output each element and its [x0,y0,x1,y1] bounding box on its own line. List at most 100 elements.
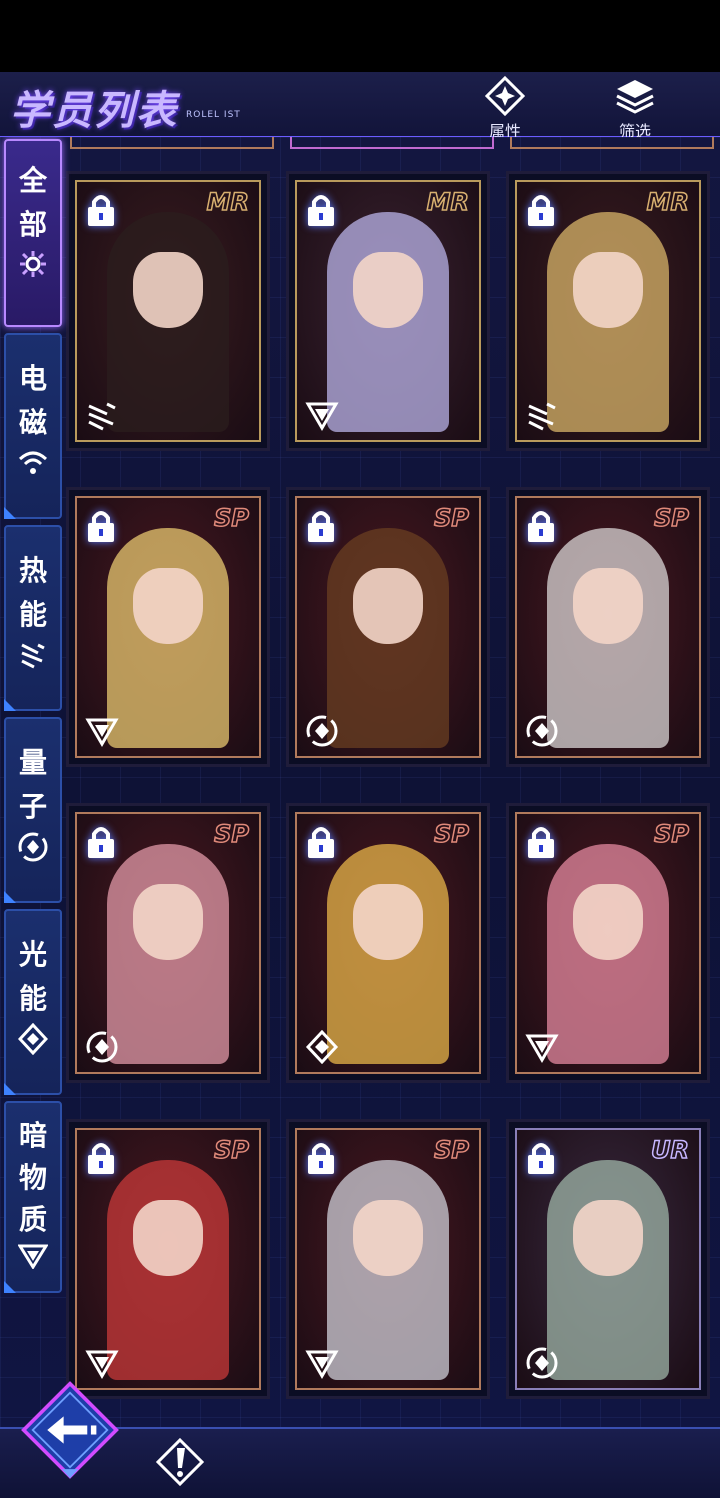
character-face [573,252,643,328]
sidebar-tab-char: 热 [18,554,47,587]
lock-icon [528,195,554,226]
lock-icon [528,1143,554,1174]
tab-corner-accent [4,891,16,903]
sidebar-tab-char: 光 [18,938,47,971]
quantum-circle-icon [526,1347,558,1379]
card-frame: MR [75,180,261,442]
student-card[interactable]: MR [506,171,710,451]
rarity-badge: SP [653,503,689,533]
student-list-panel[interactable]: MR MR MR SP SP SP SP SP SP SP SP UR 全 部 电 磁 [0,137,720,1427]
sidebar-tab-char: 子 [18,790,47,823]
sidebar-tab-char: 质 [18,1203,47,1236]
card-frame: MR [515,180,701,442]
quantum-circle-icon [86,1031,118,1063]
student-card[interactable]: SP [286,803,490,1083]
card-frame: SP [75,1128,261,1390]
student-card[interactable]: SP [506,803,710,1083]
character-face [133,568,203,644]
rarity-badge: SP [433,1135,469,1165]
sidebar-tab-char: 能 [18,982,47,1015]
sidebar-tab-light[interactable]: 光 能 [4,909,62,1095]
tab-corner-accent [4,1083,16,1095]
page-subtitle: ROLEL IST [186,110,241,120]
sidebar-tab-char: 物 [18,1161,47,1194]
lock-icon [308,195,334,226]
lock-icon [88,195,114,226]
character-face [573,1200,643,1276]
card-frame: SP [515,812,701,1074]
tab-corner-accent [4,507,16,519]
character-face [353,252,423,328]
character-face [353,568,423,644]
lock-icon [308,511,334,542]
rarity-badge: SP [433,503,469,533]
exclamation-icon[interactable] [156,1438,204,1486]
student-card[interactable]: MR [66,171,270,451]
student-card[interactable]: SP [66,803,270,1083]
student-card[interactable]: MR [286,171,490,451]
character-face [133,252,203,328]
dark-matter-triangle-icon [305,402,339,431]
back-button[interactable] [20,1380,120,1480]
lock-icon [528,827,554,858]
lock-icon [308,1143,334,1174]
card-frame: SP [515,496,701,758]
quantum-circle-icon [18,832,48,862]
partial-card-top [290,137,494,149]
student-card[interactable]: SP [506,487,710,767]
dark-matter-triangle-icon [525,1034,559,1063]
character-face [133,884,203,960]
dark-matter-triangle-icon [305,1350,339,1379]
character-face [353,1200,423,1276]
attributes-button[interactable]: 属性 [470,76,540,141]
sidebar-tab-electromagnetic[interactable]: 电 磁 [4,333,62,519]
all-element-icon [20,251,46,277]
student-card[interactable]: UR [506,1119,710,1399]
rarity-badge: UR [650,1135,689,1165]
tab-corner-accent [4,699,16,711]
rarity-badge: MR [206,187,250,217]
sidebar-tab-dark-matter[interactable]: 暗 物 质 [4,1101,62,1293]
page-title: 学员列表 [10,88,178,134]
sidebar-tab-thermal[interactable]: 热 能 [4,525,62,711]
character-face [353,884,423,960]
sidebar-tab-quantum[interactable]: 量 子 [4,717,62,903]
sidebar-tab-char: 暗 [18,1119,47,1152]
status-bar [0,0,720,72]
student-card[interactable]: SP [286,487,490,767]
lock-icon [528,511,554,542]
sidebar-tab-char: 部 [18,208,47,241]
card-frame: SP [75,496,261,758]
sidebar-tab-char: 电 [18,362,47,395]
rarity-badge: SP [213,1135,249,1165]
sidebar-tab-char: 全 [18,164,47,197]
character-face [133,1200,203,1276]
quantum-circle-icon [526,715,558,747]
card-frame: SP [75,812,261,1074]
card-frame: UR [515,1128,701,1390]
sidebar-tab-char: 能 [18,598,47,631]
lock-icon [88,827,114,858]
quantum-circle-icon [306,715,338,747]
lock-icon [88,511,114,542]
thermal-lines-icon [88,402,116,431]
sidebar-tab-char: 量 [18,746,47,779]
filter-button[interactable]: 筛选 [600,76,670,141]
student-card[interactable]: SP [66,487,270,767]
card-frame: MR [295,180,481,442]
rarity-badge: SP [433,819,469,849]
sidebar-tab-char: 磁 [18,406,47,439]
lock-icon [88,1143,114,1174]
thermal-lines-icon [528,402,556,431]
partial-card-top [70,137,274,149]
dark-matter-triangle-icon [85,1350,119,1379]
student-card[interactable]: SP [286,1119,490,1399]
dark-matter-triangle-icon [18,1244,48,1269]
character-face [573,884,643,960]
tab-corner-accent [4,1281,16,1293]
dark-matter-triangle-icon [85,718,119,747]
rarity-badge: MR [646,187,690,217]
sidebar-tab-all[interactable]: 全 部 [4,139,62,327]
light-diamond-icon [305,1030,339,1064]
student-card[interactable]: SP [66,1119,270,1399]
